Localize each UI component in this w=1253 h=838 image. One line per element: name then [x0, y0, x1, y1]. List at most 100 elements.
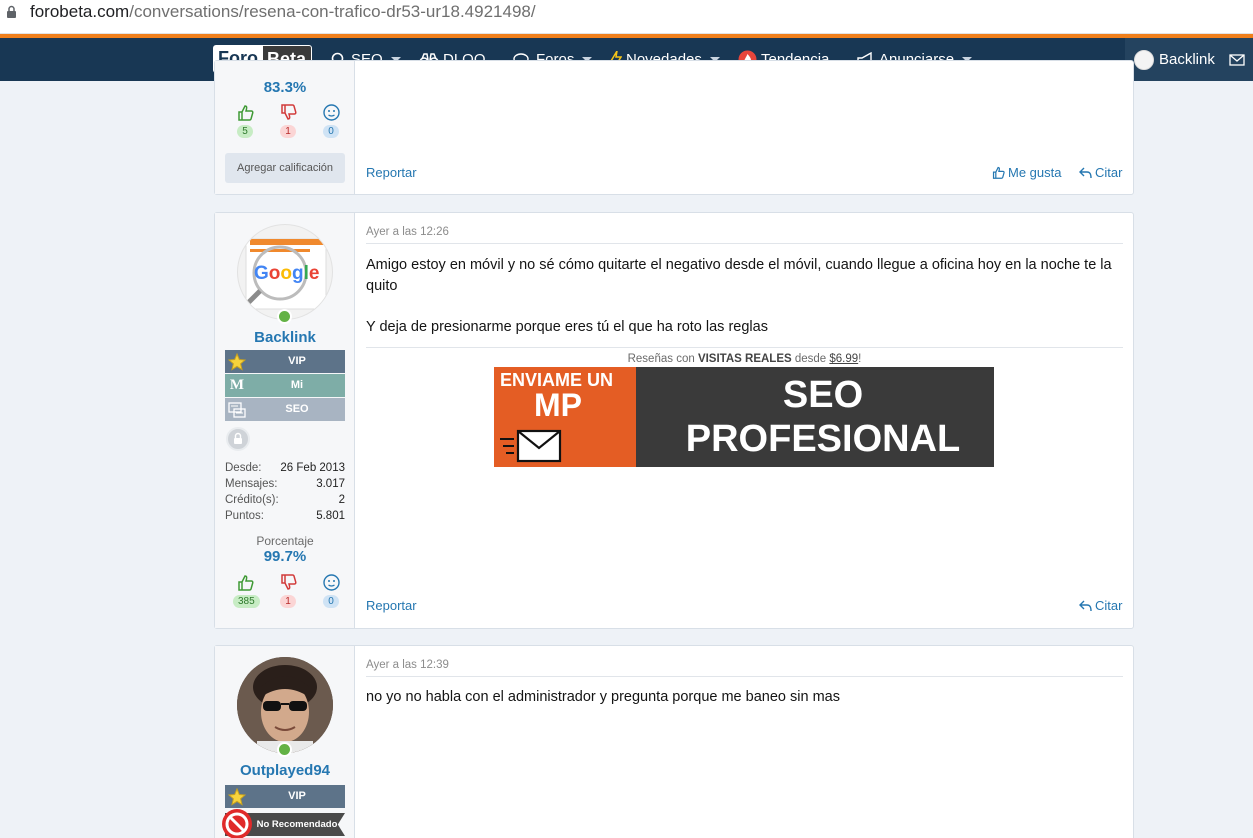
post-2: Google Backlink VIP M Mi SEO Desde: 26 Fe…: [214, 212, 1134, 629]
vote-neutral[interactable]: 0: [319, 574, 343, 609]
signature-text-end: !: [858, 353, 862, 365]
vote-up[interactable]: 385: [233, 574, 260, 609]
banner-label: No Recomendado: [256, 819, 338, 830]
signature-text-pre: Reseñas con: [627, 353, 698, 365]
thumbs-down-icon: [280, 104, 297, 120]
user-banner-seo: SEO: [225, 398, 345, 421]
post-1-sidebar: 83.3% 5 1 0 Agregar calificación: [215, 61, 355, 194]
signature-price-link[interactable]: $6.99: [829, 353, 858, 365]
credits-value: 2: [338, 494, 345, 506]
user-banner-vip: VIP: [225, 785, 345, 808]
divider: [366, 676, 1123, 677]
mail-icon[interactable]: [1229, 53, 1245, 66]
messages-value: 3.017: [316, 478, 345, 490]
message-paragraph-2: Y deja de presionarme porque eres tú el …: [366, 319, 768, 335]
like-label: Me gusta: [1008, 165, 1062, 180]
browser-address-bar[interactable]: forobeta.com/conversations/resena-con-tr…: [0, 0, 1253, 34]
messages-label: Mensajes:: [225, 478, 278, 490]
lock-badge-icon: [226, 427, 250, 451]
vote-neutral-count: 0: [323, 595, 339, 608]
post-1-body: Reportar Me gusta Citar: [356, 61, 1133, 194]
post-3-body: Ayer a las 12:39 no yo no habla con el a…: [356, 646, 1133, 838]
star-icon: [225, 785, 249, 808]
post-2-body: Ayer a las 12:26 Amigo estoy en móvil y …: [356, 213, 1133, 628]
divider: [366, 243, 1123, 244]
url-text[interactable]: forobeta.com/conversations/resena-con-tr…: [30, 2, 536, 22]
post-2-sidebar: Google Backlink VIP M Mi SEO Desde: 26 Fe…: [215, 213, 355, 628]
username[interactable]: Backlink: [215, 329, 355, 346]
signature-ad-banner[interactable]: ENVIAME UN MP SEO PROFESIONAL: [494, 367, 994, 467]
username[interactable]: Outplayed94: [215, 762, 355, 779]
avatar[interactable]: Google: [237, 224, 333, 320]
reply-icon: [1079, 167, 1092, 178]
since-value: 26 Feb 2013: [280, 462, 345, 474]
vote-neutral-count: 0: [323, 125, 339, 138]
banner-label: Mi: [290, 379, 304, 391]
ad-left-line-2: MP: [534, 387, 582, 423]
ad-right-panel: SEO PROFESIONAL: [652, 367, 994, 467]
quote-link[interactable]: Citar: [1079, 165, 1122, 180]
neutral-face-icon: [322, 574, 340, 591]
banner-label: VIP: [288, 790, 306, 802]
signature-text-bold: VISITAS REALES: [697, 353, 792, 365]
neutral-face-icon: [322, 104, 340, 121]
ad-right-line-2: PROFESIONAL: [685, 418, 961, 460]
quote-label: Citar: [1095, 598, 1123, 613]
post-date[interactable]: Ayer a las 12:39: [366, 659, 449, 671]
message-paragraph-1: Amigo estoy en móvil y no sé cómo quitar…: [366, 257, 1112, 294]
points-label: Puntos:: [225, 510, 264, 522]
percentage-value: 99.7%: [263, 548, 307, 565]
envelope-icon: [500, 429, 562, 463]
thumbs-up-icon: [237, 575, 254, 591]
signature-text-mid: desde: [791, 353, 830, 365]
vote-up[interactable]: 5: [233, 104, 257, 139]
ad-right-line-1: SEO: [782, 374, 864, 416]
user-photo-icon: [237, 657, 333, 753]
nav-user-label: Backlink: [1159, 51, 1215, 68]
percentage-value: 83.3%: [263, 79, 307, 96]
vote-down-count: 1: [280, 125, 296, 138]
lock-icon: [7, 5, 16, 18]
online-status-icon: [277, 309, 292, 324]
percentage-label: Porcentaje: [256, 534, 314, 548]
add-rating-button[interactable]: Agregar calificación: [225, 153, 345, 183]
message-paragraph-1: no yo no habla con el administrador y pr…: [366, 689, 840, 705]
reply-icon: [1079, 600, 1092, 611]
star-icon: [225, 350, 249, 373]
svg-text:Google: Google: [254, 263, 319, 284]
ad-left-panel: ENVIAME UN MP: [494, 367, 636, 467]
points-value: 5.801: [316, 510, 345, 522]
no-entry-icon: [222, 809, 252, 838]
vote-up-count: 385: [233, 595, 260, 608]
vote-down[interactable]: 1: [276, 104, 300, 139]
thumbs-up-icon: [992, 166, 1005, 179]
vote-counts: 385 1 0: [233, 574, 343, 609]
avatar[interactable]: [237, 657, 333, 753]
post-date[interactable]: Ayer a las 12:26: [366, 226, 449, 238]
vote-down-count: 1: [280, 595, 296, 608]
report-link[interactable]: Reportar: [366, 165, 417, 180]
vote-up-count: 5: [237, 125, 253, 138]
like-link[interactable]: Me gusta: [992, 165, 1061, 180]
report-link[interactable]: Reportar: [366, 598, 417, 613]
url-path: /conversations/resena-con-trafico-dr53-u…: [129, 2, 536, 21]
banner-label: VIP: [288, 355, 306, 367]
vote-down[interactable]: 1: [276, 574, 300, 609]
quote-label: Citar: [1095, 165, 1123, 180]
banner-label: SEO: [285, 403, 309, 415]
post-1: 83.3% 5 1 0 Agregar calificación Reporta…: [214, 60, 1134, 195]
quote-link[interactable]: Citar: [1079, 598, 1122, 613]
post-3-sidebar: Outplayed94 VIP No Recomendado: [215, 646, 355, 838]
thumbs-up-icon: [237, 105, 254, 121]
credits-label: Crédito(s):: [225, 494, 279, 506]
online-status-icon: [277, 742, 292, 757]
user-banner-mi: M Mi: [225, 374, 345, 397]
nav-user-menu[interactable]: Backlink: [1125, 38, 1253, 81]
vote-neutral[interactable]: 0: [319, 104, 343, 139]
signature-text: Reseñas con VISITAS REALES desde $6.99!: [356, 353, 1133, 365]
ad-divider: [636, 367, 652, 467]
user-banner-vip: VIP: [225, 350, 345, 373]
signature-divider: [366, 347, 1123, 348]
user-avatar: [1134, 49, 1154, 70]
seo-icon: [225, 398, 249, 421]
